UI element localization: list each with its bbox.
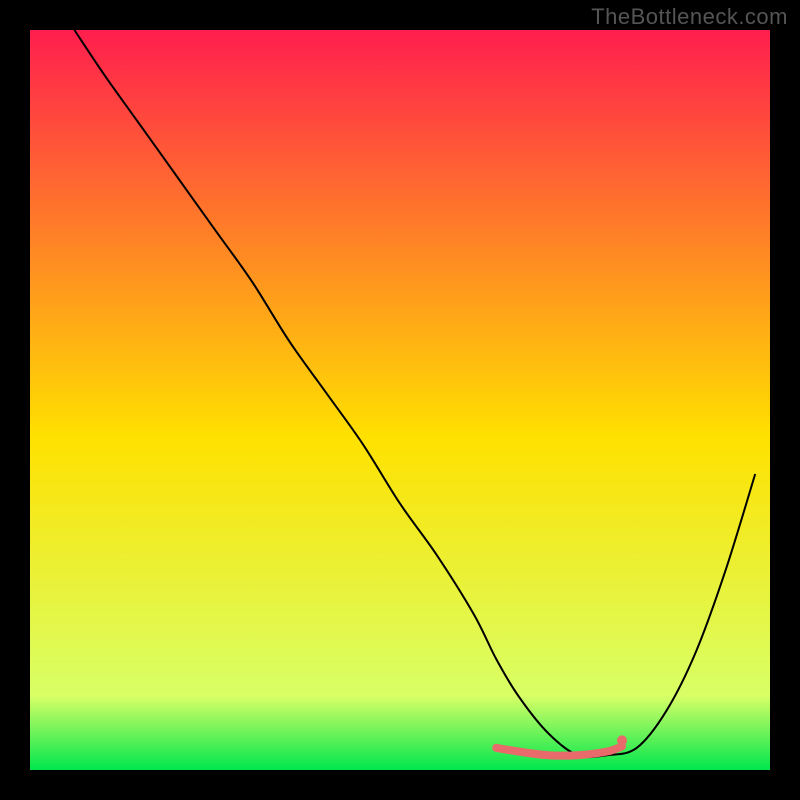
frame-bottom	[0, 770, 800, 800]
optimal-point-icon	[617, 735, 627, 745]
plot-background	[30, 30, 770, 770]
watermark-text: TheBottleneck.com	[591, 4, 788, 30]
chart-container: TheBottleneck.com	[0, 0, 800, 800]
frame-right	[770, 0, 800, 800]
bottleneck-chart	[0, 0, 800, 800]
frame-left	[0, 0, 30, 800]
